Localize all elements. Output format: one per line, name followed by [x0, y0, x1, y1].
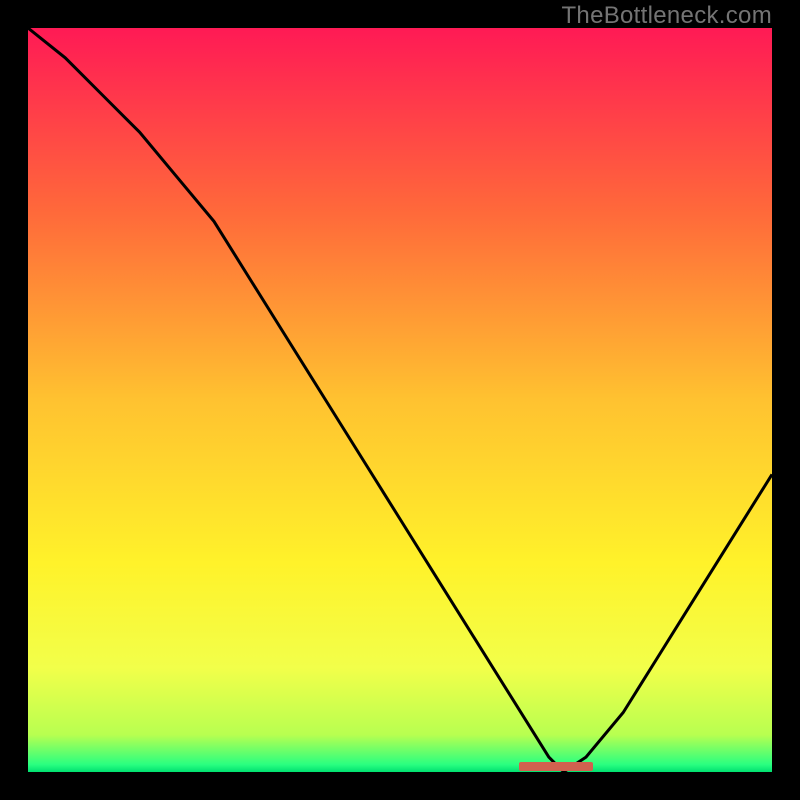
minimum-marker	[519, 762, 593, 771]
watermark-text: TheBottleneck.com	[561, 2, 772, 30]
minimum-marker-layer	[28, 28, 772, 772]
plot-area	[28, 28, 772, 772]
